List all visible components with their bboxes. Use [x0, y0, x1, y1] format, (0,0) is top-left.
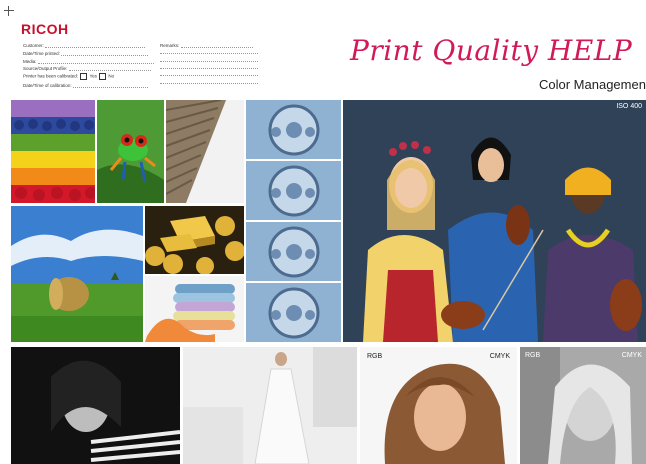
- remarks-line-5: [160, 74, 258, 76]
- yes-label: Yes: [89, 73, 97, 79]
- source-profile-field[interactable]: Source/Output Profile:: [23, 66, 151, 71]
- date-calibration-line: [72, 83, 148, 88]
- fruit-rainbow-photo: [11, 100, 95, 203]
- date-printed-line: [61, 51, 149, 56]
- customer-field[interactable]: Customer:: [23, 43, 146, 48]
- towels-photo: [145, 276, 244, 342]
- rgb-label: RGB: [367, 353, 383, 360]
- remarks-line-3: [160, 60, 258, 62]
- gold-bars-photo: [145, 206, 244, 274]
- cmyk-label-2: CMYK: [621, 352, 642, 359]
- watch-photo-4: [246, 283, 341, 342]
- bw-portrait-photo: [11, 347, 180, 464]
- date-printed-field[interactable]: Date/Time printed:: [23, 51, 149, 56]
- musicians-photo: ISO 400: [343, 100, 646, 342]
- watch-photo-2: [246, 161, 341, 220]
- source-profile-label: Source/Output Profile:: [23, 66, 68, 71]
- media-field[interactable]: Media:: [23, 59, 154, 64]
- date-calibration-label: Date/Time of calibration:: [23, 83, 72, 88]
- bride-photo: [183, 347, 357, 464]
- yes-checkbox[interactable]: [80, 73, 88, 80]
- ricoh-logo: RICOH: [21, 21, 69, 37]
- no-label: No: [108, 73, 115, 79]
- registration-mark: [4, 6, 14, 16]
- media-line: [37, 59, 154, 64]
- page-title: Print Quality HELP: [350, 34, 633, 67]
- watch-photo-1: [246, 100, 341, 159]
- rgb-label-2: RGB: [525, 352, 541, 359]
- customer-line: [45, 43, 146, 48]
- media-label: Media:: [23, 59, 37, 64]
- rope-photo: [166, 100, 244, 203]
- remarks-label: Remarks:: [160, 43, 180, 48]
- source-profile-line: [68, 66, 151, 71]
- calibrated-label: Printer has been calibrated:: [23, 73, 79, 79]
- remarks-field[interactable]: Remarks:: [160, 43, 253, 48]
- remarks-line-2: [160, 52, 258, 54]
- hay-bale-photo: [11, 206, 143, 342]
- remarks-line-4: [160, 67, 258, 69]
- remarks-line-6: [160, 82, 258, 84]
- page-subtitle: Color Management: [539, 77, 646, 92]
- cmyk-label: CMYK: [489, 353, 510, 360]
- date-calibration-field[interactable]: Date/Time of calibration:: [23, 83, 148, 88]
- tree-frog-photo: [97, 100, 164, 203]
- date-printed-label: Date/Time printed:: [23, 51, 60, 56]
- watch-photo-3: [246, 222, 341, 281]
- iso-label: ISO 400: [616, 103, 642, 110]
- calibrated-field: Printer has been calibrated: Yes No: [23, 73, 114, 80]
- bw-portrait-2-photo: RGB CMYK: [520, 347, 646, 464]
- remarks-line: [180, 43, 253, 48]
- rgb-cmyk-portrait-photo: RGB CMYK: [360, 347, 517, 464]
- no-checkbox[interactable]: [99, 73, 107, 80]
- customer-label: Customer:: [23, 43, 44, 48]
